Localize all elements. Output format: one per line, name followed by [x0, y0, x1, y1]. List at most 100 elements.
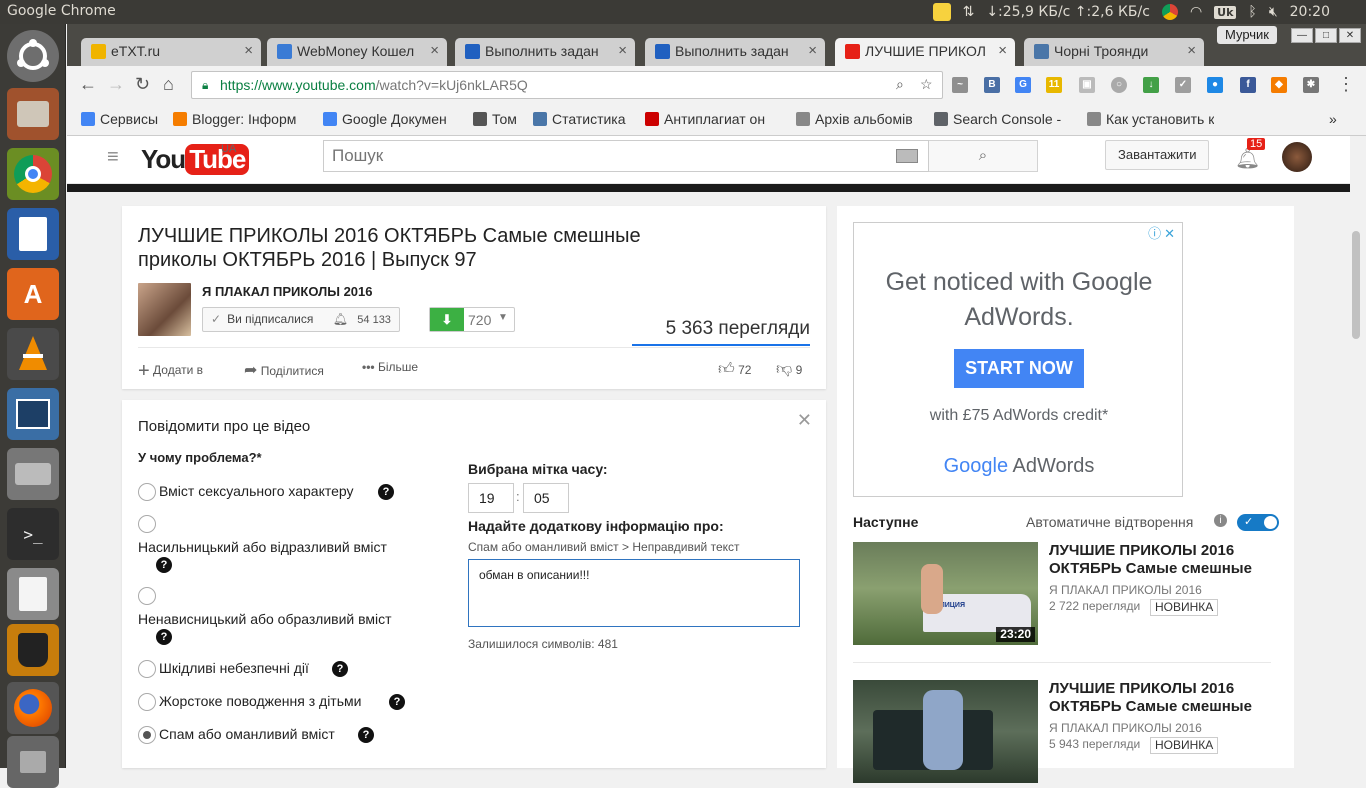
back-icon[interactable]: ← [79, 74, 97, 95]
close-tab-icon[interactable]: × [618, 42, 627, 59]
extension-chart-icon[interactable]: ~ [952, 77, 968, 93]
video-title[interactable]: ЛУЧШИЕ ПРИКОЛЫ 2016 ОКТЯБРЬ Самые смешны… [1049, 680, 1264, 716]
network-speed[interactable]: ↓:25,9 КБ/с ↑:2,6 КБ/с [986, 4, 1150, 20]
bookmark-item[interactable]: Search Console - [934, 111, 1061, 127]
report-option-radio[interactable] [138, 693, 156, 711]
upload-button[interactable]: Завантажити [1105, 140, 1210, 170]
bookmark-item[interactable]: Google Докумен [323, 111, 447, 127]
suggested-video[interactable]: ЛУЧШИЕ ПРИКОЛЫ 2016 ОКТЯБРЬ Самые смешны… [853, 680, 1273, 785]
wifi-icon[interactable]: ◠ [1190, 4, 1202, 20]
youtube-logo[interactable]: You Tube UA [141, 143, 250, 175]
volume-muted-icon[interactable]: 🔇︎ [1269, 4, 1278, 20]
channel-name[interactable]: Я ПЛАКАЛ ПРИКОЛЫ 2016 [202, 284, 373, 299]
tab-1[interactable]: eTXT.ru × [81, 38, 261, 66]
dislike-button[interactable]: 👎︎ 9 [776, 360, 802, 379]
channel-avatar[interactable] [138, 283, 191, 336]
timestamp-seconds-input[interactable]: 05 [523, 483, 569, 513]
autoplay-toggle[interactable]: ✓ [1237, 514, 1279, 531]
files-icon[interactable] [7, 88, 59, 140]
software-center-icon[interactable]: A [7, 268, 59, 320]
disk-icon[interactable] [7, 448, 59, 500]
video-player-bottom[interactable] [67, 184, 1350, 192]
help-icon[interactable]: ? [156, 629, 172, 645]
report-option-radio[interactable] [138, 515, 156, 533]
timestamp-minutes-input[interactable]: 19 [468, 483, 514, 513]
close-tab-icon[interactable]: × [998, 42, 1007, 59]
extension-circle-icon[interactable]: ○ [1111, 77, 1127, 93]
bookmark-item[interactable]: Архів альбомів [796, 111, 913, 127]
firefox-icon[interactable] [7, 682, 59, 734]
trash-icon[interactable] [7, 736, 59, 788]
bookmarks-overflow-icon[interactable]: » [1329, 111, 1337, 127]
extension-translate-icon[interactable]: G [1015, 77, 1031, 93]
help-icon[interactable]: ? [358, 727, 374, 743]
download-button[interactable]: ⬇ 720 ▼ [429, 307, 515, 332]
close-tab-icon[interactable]: × [430, 42, 439, 59]
chrome-app-icon[interactable] [7, 148, 59, 200]
character-app-icon[interactable] [7, 624, 59, 676]
report-option-radio[interactable] [138, 726, 156, 744]
tab-4[interactable]: Выполнить задан × [645, 38, 825, 66]
suggested-video[interactable]: МИЛИЦИЯ 23:20 ЛУЧШИЕ ПРИКОЛЫ 2016 ОКТЯБРЬ … [853, 542, 1273, 647]
bookmark-item[interactable]: Сервисы [81, 111, 158, 127]
extension-puzzle-icon[interactable]: ✱ [1303, 77, 1319, 93]
close-tab-icon[interactable]: × [244, 42, 253, 59]
more-button[interactable]: ••• Більше [362, 360, 418, 374]
home-icon[interactable]: ⌂ [163, 74, 174, 95]
extension-orange-icon[interactable]: ◆ [1271, 77, 1287, 93]
extension-facebook-icon[interactable]: f [1240, 77, 1256, 93]
video-title[interactable]: ЛУЧШИЕ ПРИКОЛЫ 2016 ОКТЯБРЬ Самые смешны… [1049, 542, 1264, 578]
keyboard-icon[interactable] [896, 149, 918, 163]
bookmark-item[interactable]: Том [473, 111, 517, 127]
bookmark-item[interactable]: Статистика [533, 111, 626, 127]
details-textarea[interactable]: обман в описании!!! [468, 559, 800, 627]
keyboard-layout-indicator[interactable]: Uk [1214, 5, 1237, 19]
video-thumbnail[interactable]: МИЛИЦИЯ 23:20 [853, 542, 1038, 645]
search-input[interactable] [324, 141, 884, 171]
report-option-label[interactable]: Вміст сексуального характеру [159, 483, 354, 499]
clock[interactable]: 20:20 [1290, 4, 1330, 20]
zoom-icon[interactable]: ⌕ [896, 76, 904, 93]
chrome-tray-icon[interactable] [1161, 4, 1178, 20]
guide-menu-icon[interactable]: ≡ [107, 146, 119, 169]
report-option-label[interactable]: Жорстоке поводження з дітьми [159, 693, 361, 709]
report-option-label[interactable]: Насильницький або відразливий вміст [138, 539, 387, 555]
adwords-ad[interactable]: ⓘ✕ Get noticed with Google AdWords. STAR… [853, 222, 1183, 497]
add-to-button[interactable]: + Додати в [138, 360, 203, 383]
ubuntu-dash-icon[interactable] [7, 30, 59, 82]
extension-download-icon[interactable]: ↓ [1143, 77, 1159, 93]
bookmark-item[interactable]: Blogger: Інформ [173, 111, 296, 127]
report-option-label[interactable]: Спам або оманливий вміст [159, 726, 335, 742]
terminal-icon[interactable]: >_ [7, 508, 59, 560]
close-tab-icon[interactable]: × [1187, 42, 1196, 59]
tab-2[interactable]: WebMoney Кошел × [267, 38, 447, 66]
report-option-label[interactable]: Шкідливі небезпечні дії [159, 660, 309, 676]
maximize-button[interactable]: □ [1315, 28, 1337, 43]
report-option-radio[interactable] [138, 587, 156, 605]
info-icon[interactable]: i [1214, 514, 1227, 527]
scrollbar-thumb[interactable] [1352, 231, 1360, 339]
lock-icon[interactable]: 🔒︎ [202, 78, 208, 93]
notification-settings-icon[interactable]: 🔔︎ [333, 312, 348, 326]
writer-icon[interactable] [7, 208, 59, 260]
bookmark-item[interactable]: Как установить к [1087, 111, 1214, 127]
reload-icon[interactable]: ↻ [135, 74, 150, 95]
chrome-menu-icon[interactable]: ⋮ [1337, 74, 1355, 95]
extension-gray-icon[interactable]: ▣ [1079, 77, 1095, 93]
search-button[interactable]: ⌕ [929, 140, 1038, 172]
ad-info-close-icon[interactable]: ⓘ✕ [1148, 223, 1178, 242]
search-box[interactable] [323, 140, 929, 172]
extension-check-icon[interactable]: ✓ [1175, 77, 1191, 93]
extension-pin-icon[interactable]: ● [1207, 77, 1223, 93]
system-monitor-icon[interactable] [7, 388, 59, 440]
start-now-button[interactable]: START NOW [954, 349, 1084, 388]
like-button[interactable]: 👍︎ 72 [718, 360, 751, 379]
extension-b-icon[interactable]: B [984, 77, 1000, 93]
user-avatar[interactable] [1282, 142, 1312, 172]
profile-button[interactable]: Мурчик [1217, 26, 1277, 44]
report-option-label[interactable]: Ненависницький або образливий вміст [138, 611, 392, 627]
report-option-radio[interactable] [138, 483, 156, 501]
forward-icon[interactable]: → [107, 74, 125, 95]
close-window-button[interactable]: ✕ [1339, 28, 1361, 43]
share-button[interactable]: ➦ Поділитися [244, 360, 324, 380]
